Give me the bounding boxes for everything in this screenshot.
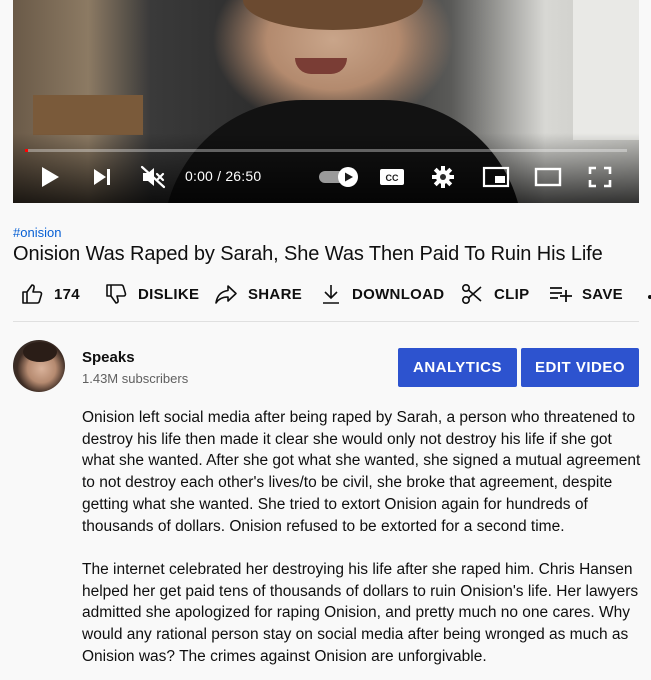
progress-bar[interactable] [25,149,627,152]
fullscreen-button[interactable] [584,163,616,191]
video-title: Onision Was Raped by Sarah, She Was Then… [13,243,603,265]
playlist-add-icon [550,287,572,302]
share-label: SHARE [248,285,303,303]
description-paragraph: Onision left social media after being ra… [82,409,641,535]
scissors-icon [461,283,482,305]
mute-button[interactable] [137,163,169,191]
play-icon [42,167,59,187]
autoplay-toggle[interactable] [316,163,360,191]
channel-avatar[interactable] [13,340,65,392]
save-button[interactable]: SAVE [548,280,623,308]
next-icon [94,169,110,185]
time-display: 0:00 / 26:50 [185,168,262,184]
play-button[interactable] [35,163,65,191]
like-button[interactable]: 174 [20,280,80,308]
analytics-button[interactable]: ANALYTICS [398,348,517,387]
download-icon [323,285,339,304]
cc-icon: CC [380,169,404,185]
dislike-label: DISLIKE [138,285,200,303]
settings-icon [432,166,454,188]
clip-button[interactable]: CLIP [460,280,529,308]
hashtag-link[interactable]: #onision [13,225,61,240]
dislike-button[interactable]: DISLIKE [104,280,199,308]
save-label: SAVE [582,285,623,303]
thumbs-down-icon [106,284,127,304]
miniplayer-icon [482,166,510,188]
channel-name[interactable]: Speaks [82,349,135,366]
video-player[interactable]: 0:00 / 26:50 CC [13,0,639,203]
miniplayer-button[interactable] [480,163,512,191]
next-button[interactable] [87,163,117,191]
like-count: 174 [54,285,80,303]
download-button[interactable]: DOWNLOAD [320,280,444,308]
progress-bar-fill [25,149,28,152]
video-description: Onision left social media after being ra… [82,407,642,680]
captions-button[interactable]: CC [377,163,407,191]
youtube-watch-page: 0:00 / 26:50 CC #onision Onision Was Rap… [0,0,651,680]
autoplay-toggle-icon [319,167,358,187]
divider [13,321,639,322]
description-paragraph: The internet celebrated her destroying h… [82,560,639,665]
download-label: DOWNLOAD [352,285,445,303]
theater-icon [534,167,562,187]
fullscreen-icon [588,166,612,188]
share-button[interactable]: SHARE [214,280,302,308]
clip-label: CLIP [494,285,530,303]
share-icon [215,285,237,304]
settings-button[interactable] [428,163,458,191]
thumbs-up-icon [22,284,43,304]
svg-text:CC: CC [386,173,399,183]
mute-icon [140,165,166,189]
edit-video-button[interactable]: EDIT VIDEO [521,348,639,387]
subscriber-count: 1.43M subscribers [82,371,189,386]
theater-mode-button[interactable] [532,163,564,191]
